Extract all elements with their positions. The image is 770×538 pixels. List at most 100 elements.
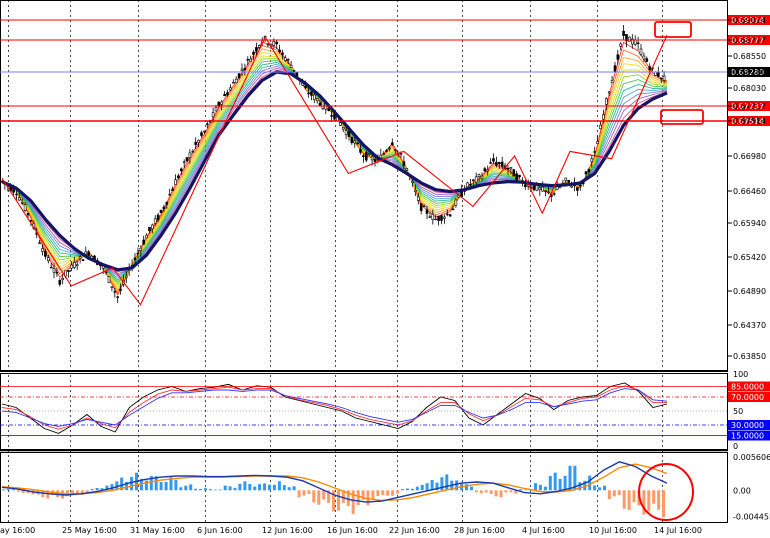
candle-body: [405, 168, 409, 171]
candle-body: [480, 175, 484, 180]
candle-body: [523, 184, 527, 187]
candle-body: [619, 43, 623, 47]
candle-body: [162, 206, 166, 210]
macd-histogram-bar: [297, 490, 301, 498]
candle-body: [495, 161, 498, 166]
candle-body: [636, 42, 640, 44]
candle-body: [67, 270, 70, 272]
candle-body: [492, 158, 495, 162]
macd-histogram-bar: [268, 484, 271, 491]
candle-body: [382, 153, 386, 155]
candle-body: [52, 268, 56, 273]
candle-body: [402, 161, 406, 166]
macd-histogram-bar: [307, 490, 311, 494]
macd-histogram-bar: [391, 490, 395, 496]
candle-body: [46, 257, 50, 262]
macd-histogram-bar: [366, 490, 370, 506]
macd-histogram-bar: [445, 474, 449, 491]
macd-histogram-bar: [208, 489, 212, 491]
candle-body: [182, 161, 186, 163]
candle-body: [466, 182, 469, 188]
macd-histogram-bar: [593, 485, 597, 491]
macd-histogram-bar: [218, 489, 222, 491]
candle-body: [75, 264, 79, 267]
macd-histogram-bar: [405, 488, 409, 491]
macd-histogram-bar: [159, 481, 163, 491]
candle-body: [188, 152, 192, 158]
macd-histogram-bar: [238, 483, 242, 491]
candle-body: [312, 94, 316, 100]
macd-histogram-bar: [563, 475, 567, 491]
candle-body: [232, 82, 235, 84]
candle-body: [310, 91, 313, 96]
candle-body: [364, 152, 368, 161]
macd-tick-label: 0.00: [733, 486, 751, 495]
candle-body: [220, 101, 223, 105]
macd-histogram-bar: [499, 490, 503, 498]
candle-body: [512, 169, 516, 177]
macd-histogram-bar: [489, 490, 493, 494]
stoch-level-tag-text: 70.0000: [731, 393, 764, 402]
candle-body: [422, 205, 426, 207]
macd-histogram-bar: [588, 475, 592, 491]
candle-body: [662, 75, 666, 81]
candle-body: [448, 214, 452, 217]
macd-histogram-bar: [258, 484, 262, 491]
price-tick-label: 0.68777: [733, 36, 766, 45]
candle-body: [359, 149, 362, 153]
macd-histogram-bar: [401, 489, 404, 491]
macd-histogram-bar: [558, 478, 562, 491]
candle-body: [353, 140, 357, 144]
candle-body: [113, 291, 117, 293]
candle-body: [252, 51, 255, 55]
candle-body: [327, 108, 331, 112]
candle-body: [350, 137, 354, 144]
candle-body: [110, 286, 114, 288]
candle-body: [338, 122, 342, 126]
x-tick-label: 10 Jul 16:00: [589, 526, 637, 535]
x-tick-label: 4 Jul 16:00: [522, 526, 565, 535]
macd-histogram-bar: [598, 487, 601, 491]
macd-histogram-bar: [504, 490, 508, 493]
stoch-level-tag-text: 85.0000: [731, 383, 764, 392]
macd-histogram-bar: [568, 465, 572, 491]
candle-body: [286, 58, 290, 61]
macd-histogram-bar: [312, 490, 316, 503]
candle-body: [185, 157, 189, 162]
candle-body: [20, 202, 24, 204]
candle-body: [599, 124, 602, 130]
macd-histogram-bar: [179, 487, 183, 491]
candle-body: [541, 186, 545, 192]
candle-body: [234, 78, 238, 84]
candle-body: [87, 251, 90, 256]
x-tick-label: 14 Jul 16:00: [654, 526, 702, 535]
macd-histogram-bar: [204, 488, 207, 491]
candle-body: [610, 80, 614, 84]
candle-body: [633, 39, 637, 45]
macd-histogram-bar: [538, 484, 542, 491]
candle-body: [229, 87, 232, 91]
price-tick-label: 0.66460: [733, 187, 766, 196]
macd-histogram-bar: [543, 486, 547, 491]
macd-histogram-bar: [376, 490, 380, 497]
candle-body: [642, 55, 646, 60]
candle-body: [370, 156, 374, 161]
candle-body: [23, 204, 27, 211]
candle-body: [474, 176, 478, 183]
macd-histogram-bar: [228, 486, 232, 491]
macd-histogram-bar: [337, 490, 340, 511]
candle-body: [547, 191, 550, 193]
price-tick-label: 0.69074: [733, 16, 766, 25]
stoch-level-tag-text: 15.0000: [731, 432, 764, 441]
candle-body: [500, 161, 504, 167]
macd-histogram-bar: [356, 490, 360, 506]
candle-body: [55, 271, 59, 274]
candle-body: [419, 203, 423, 211]
candle-body: [203, 130, 206, 133]
macd-histogram-bar: [657, 490, 661, 510]
candle-body: [639, 48, 643, 55]
candle-body: [142, 239, 145, 245]
candle-body: [206, 123, 209, 126]
candle-body: [552, 193, 556, 195]
x-tick-label: 6 Jun 16:00: [197, 526, 243, 535]
